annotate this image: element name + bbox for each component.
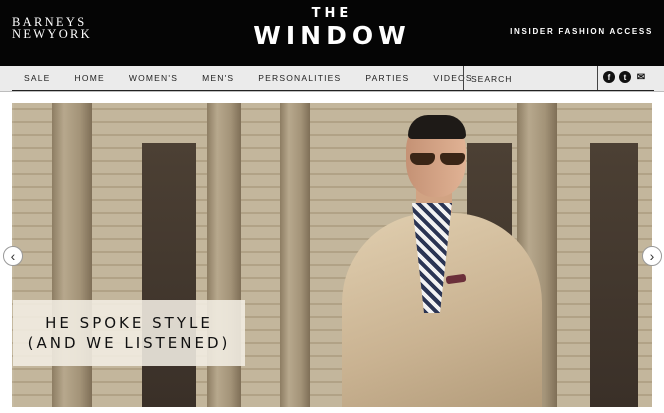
nav-item-womens[interactable]: WOMEN'S (117, 73, 190, 83)
previous-slide-button[interactable]: ‹ (3, 246, 23, 266)
nav-divider (12, 90, 654, 91)
hero-model-photo (342, 103, 542, 407)
search-box (463, 66, 598, 90)
twitter-icon[interactable]: t (619, 71, 631, 83)
nav-items: SALE HOME WOMEN'S MEN'S PERSONALITIES PA… (12, 66, 485, 90)
nav-item-personalities[interactable]: PERSONALITIES (246, 73, 353, 83)
masthead-small: THE (311, 6, 353, 21)
mail-icon[interactable]: ✉ (635, 71, 647, 83)
facebook-icon[interactable]: f (603, 71, 615, 83)
lens-left (410, 153, 435, 165)
barneys-logo[interactable]: BARNEYS NEWYORK (12, 16, 92, 41)
tagline: INSIDER FASHION ACCESS (510, 27, 653, 36)
nav-item-home[interactable]: HOME (63, 73, 117, 83)
nav-item-sale[interactable]: SALE (12, 73, 63, 83)
site-header: BARNEYS NEWYORK THE WINDOW INSIDER FASHI… (0, 0, 664, 66)
social-links: f t ✉ (603, 71, 647, 83)
nav-item-parties[interactable]: PARTIES (353, 73, 421, 83)
logo-line-2: NEWYORK (12, 27, 92, 41)
masthead-title: WINDOW (253, 21, 411, 50)
caption-line-2: (AND WE LISTENED) (27, 334, 231, 352)
next-slide-button[interactable]: › (642, 246, 662, 266)
hair (408, 115, 466, 139)
nav-item-mens[interactable]: MEN'S (190, 73, 246, 83)
search-input[interactable] (471, 72, 591, 85)
caption-line-1: HE SPOKE STYLE (45, 314, 213, 332)
sunglasses (410, 153, 468, 165)
masthead[interactable]: THE WINDOW (232, 6, 432, 51)
window-recess (142, 143, 196, 407)
lens-right (440, 153, 465, 165)
hero-caption[interactable]: HE SPOKE STYLE (AND WE LISTENED) (13, 300, 245, 366)
wall-column (280, 103, 310, 407)
main-nav: SALE HOME WOMEN'S MEN'S PERSONALITIES PA… (0, 66, 664, 92)
window-recess (590, 143, 638, 407)
